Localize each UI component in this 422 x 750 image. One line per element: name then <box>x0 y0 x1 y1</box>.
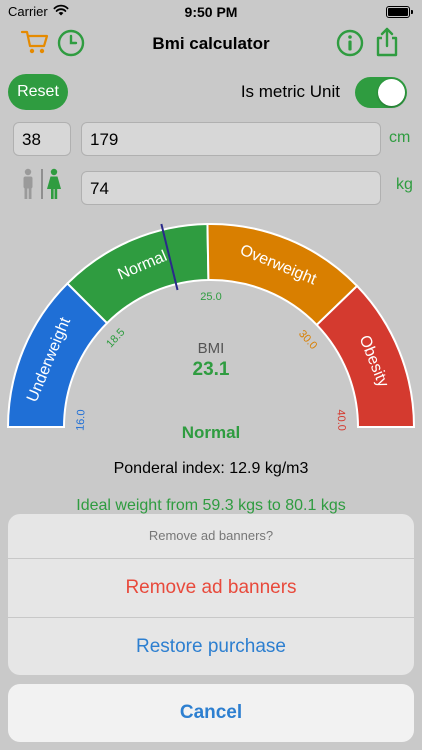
status-bar: Carrier 9:50 PM <box>0 0 422 24</box>
gauge-tick-label: 25.0 <box>200 291 221 303</box>
navigation-bar: Bmi calculator <box>0 24 422 66</box>
remove-ads-button[interactable]: Remove ad banners <box>8 559 414 618</box>
battery-icon <box>386 6 413 18</box>
bmi-category: Normal <box>181 423 241 442</box>
gender-male-female-icon[interactable] <box>18 168 66 200</box>
restore-purchase-button[interactable]: Restore purchase <box>8 618 414 675</box>
info-icon[interactable] <box>335 28 365 58</box>
share-icon[interactable] <box>373 26 401 58</box>
age-input[interactable]: 38 <box>13 122 71 156</box>
clock-time: 9:50 PM <box>184 4 238 20</box>
metric-unit-label: Is metric Unit <box>240 82 340 101</box>
action-sheet-title: Remove ad banners? <box>8 514 414 559</box>
reset-button[interactable]: Reset <box>8 74 68 110</box>
bmi-value: 23.1 <box>192 359 230 380</box>
weight-unit-label: kg <box>396 176 413 193</box>
metric-unit-toggle[interactable] <box>355 77 407 108</box>
cancel-button[interactable]: Cancel <box>8 684 414 742</box>
height-unit-label: cm <box>389 129 411 146</box>
toggle-knob <box>378 79 405 106</box>
height-input[interactable]: 179 <box>81 122 381 156</box>
bmi-caption: BMI <box>197 340 225 357</box>
bmi-gauge: UnderweightNormal OverweightObesity 16.01… <box>6 223 416 431</box>
action-sheet: Remove ad banners? Remove ad banners Res… <box>8 514 414 675</box>
weight-input[interactable]: 74 <box>81 171 381 205</box>
ponderal-index: Ponderal index: 12.9 kg/m3 <box>113 460 309 477</box>
ideal-weight: Ideal weight from 59.3 kgs to 80.1 kgs <box>76 497 346 514</box>
